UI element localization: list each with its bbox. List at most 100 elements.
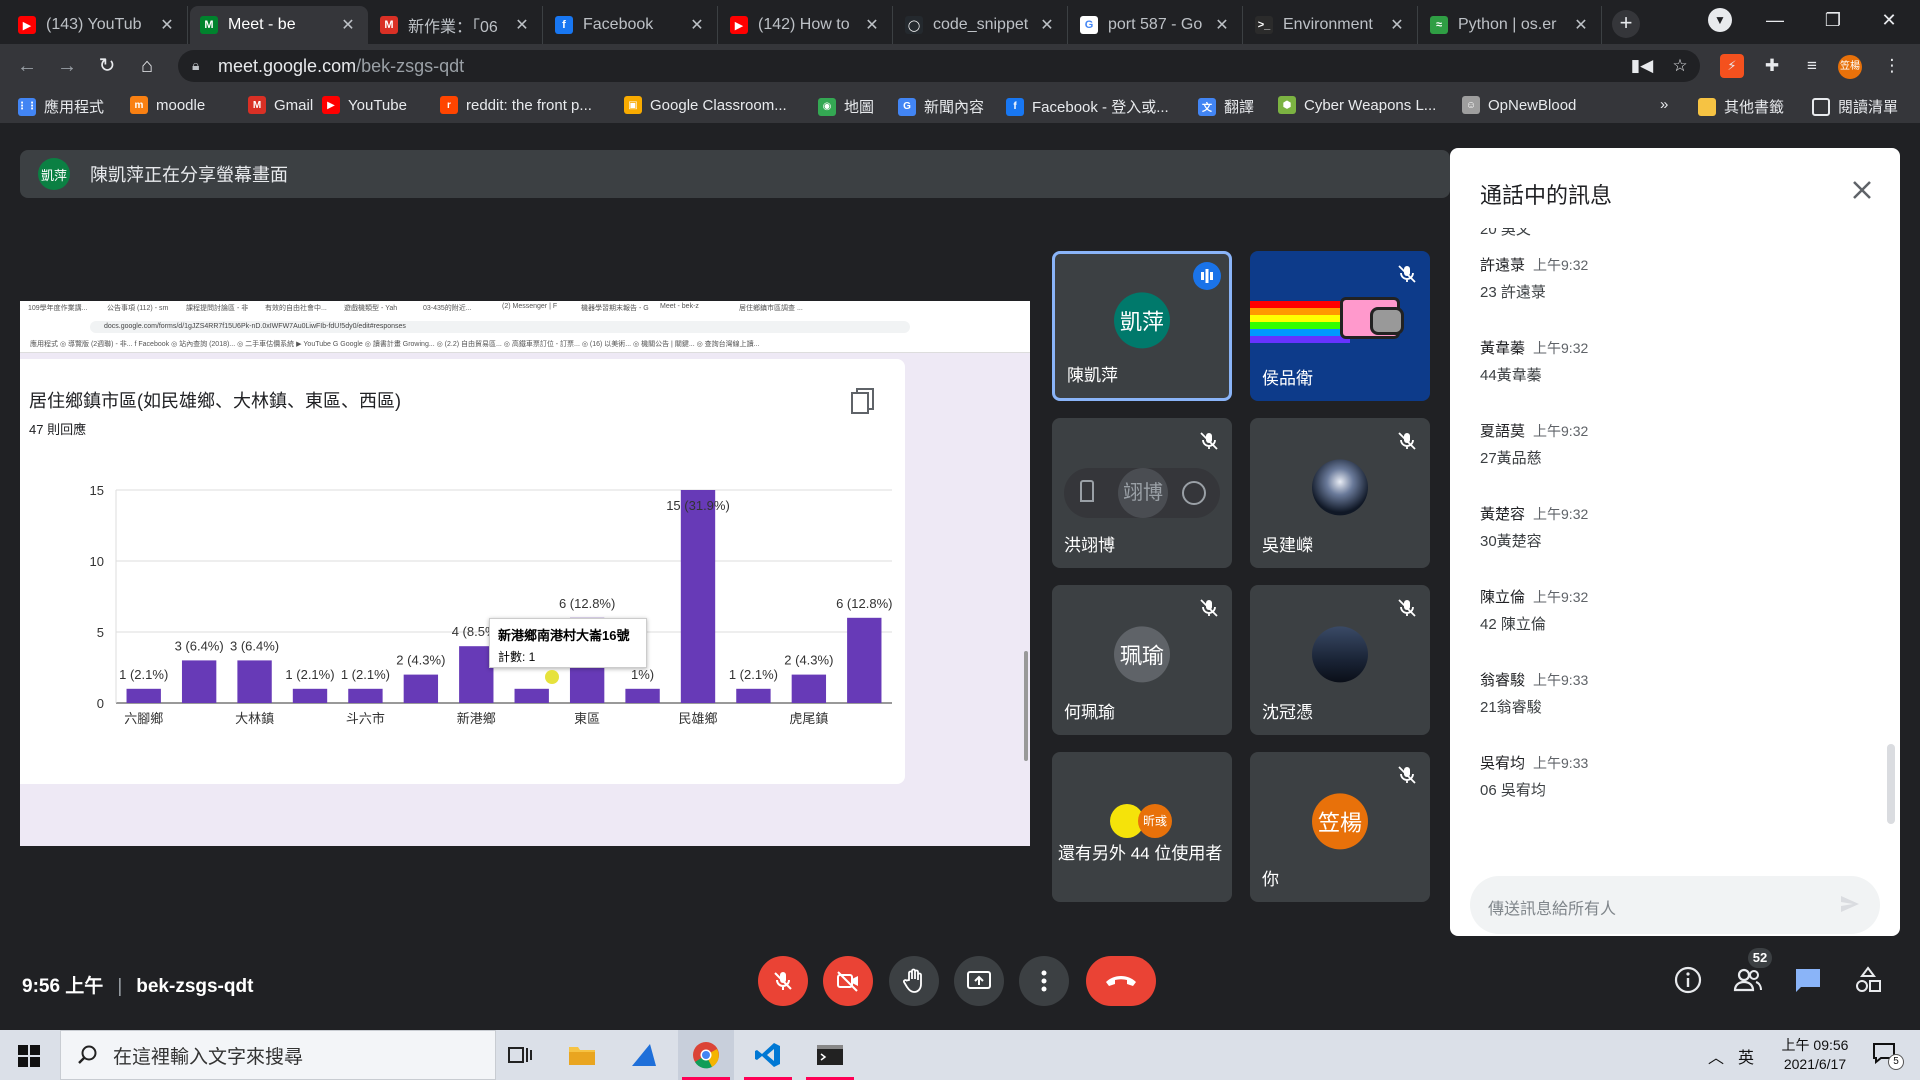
vscode-icon[interactable] bbox=[740, 1030, 796, 1080]
participant-tile[interactable]: 珮瑜 何珮瑜 bbox=[1052, 585, 1232, 735]
app-icon-blue[interactable] bbox=[616, 1030, 672, 1080]
remove-icon[interactable] bbox=[1182, 481, 1206, 505]
participant-tile[interactable]: 翊博 洪翊博 bbox=[1052, 418, 1232, 568]
browser-tab[interactable]: M 新作業：「06 ✕ bbox=[370, 6, 543, 44]
chrome-menu-icon[interactable]: ▼ bbox=[1708, 8, 1732, 32]
tab-close-icon[interactable]: ✕ bbox=[512, 15, 532, 35]
terminal-icon[interactable] bbox=[802, 1030, 858, 1080]
chart-bar[interactable] bbox=[625, 688, 660, 703]
task-view-icon[interactable] bbox=[492, 1030, 548, 1080]
browser-tab[interactable]: Gport 587 - Go ✕ bbox=[1070, 6, 1243, 44]
bookmark-item[interactable]: m moodle bbox=[130, 96, 205, 114]
present-button[interactable] bbox=[954, 956, 1004, 1006]
browser-tab[interactable]: >_ Environment ✕ bbox=[1245, 6, 1418, 44]
meeting-details-icon[interactable] bbox=[1672, 964, 1704, 996]
tab-close-icon[interactable]: ✕ bbox=[1387, 15, 1407, 35]
chart-bar[interactable] bbox=[348, 688, 383, 703]
pin-icon[interactable] bbox=[1080, 480, 1094, 502]
tab-close-icon[interactable]: ✕ bbox=[1571, 15, 1591, 35]
chart-bar[interactable] bbox=[403, 674, 439, 703]
chart-bar[interactable] bbox=[791, 674, 827, 703]
tray-clock[interactable]: 上午 09:56 2021/6/17 bbox=[1770, 1036, 1860, 1074]
window-close-button[interactable]: ✕ bbox=[1866, 4, 1912, 36]
new-tab-button[interactable]: + bbox=[1612, 10, 1640, 38]
raise-hand-button[interactable] bbox=[889, 956, 939, 1006]
home-icon[interactable]: ⌂ bbox=[134, 53, 160, 79]
bookmark-item[interactable]: M Gmail bbox=[248, 96, 313, 114]
bookmark-item[interactable]: r reddit: the front p... bbox=[440, 96, 592, 114]
windows-start-icon[interactable] bbox=[18, 1045, 40, 1067]
copy-icon[interactable] bbox=[850, 387, 876, 415]
participant-tile[interactable]: 昕彧 還有另外 44 位使用者 bbox=[1052, 752, 1232, 902]
tab-close-icon[interactable]: ✕ bbox=[338, 15, 358, 35]
lock-icon[interactable]: 🔒︎ bbox=[192, 57, 199, 74]
extension-icon[interactable]: ⚡ bbox=[1720, 54, 1744, 78]
chart-bar[interactable] bbox=[736, 688, 771, 703]
participant-tile[interactable]: 侯品衛 bbox=[1250, 251, 1430, 401]
reload-icon[interactable]: ↻ bbox=[94, 53, 120, 79]
forward-icon[interactable]: → bbox=[54, 53, 80, 79]
people-icon[interactable] bbox=[1732, 964, 1764, 996]
browser-tab[interactable]: ▶ (143) YouTub ✕ bbox=[8, 6, 188, 44]
address-bar[interactable]: 🔒︎ meet.google.com/bek-zsgs-qdt ▮◀ ☆ bbox=[178, 50, 1700, 82]
more-options-button[interactable] bbox=[1019, 956, 1069, 1006]
bookmark-item[interactable]: 文翻譯 bbox=[1198, 96, 1254, 117]
end-call-button[interactable] bbox=[1086, 956, 1156, 1006]
chat-icon[interactable] bbox=[1792, 964, 1824, 996]
browser-tab[interactable]: M Meet - be ✕ bbox=[190, 6, 368, 44]
chart-bar[interactable] bbox=[181, 660, 217, 703]
reading-list[interactable]: 閱讀清單 bbox=[1812, 96, 1898, 117]
chart-bar[interactable] bbox=[292, 688, 328, 703]
media-icon[interactable]: ≡ bbox=[1800, 54, 1824, 78]
send-icon[interactable] bbox=[1838, 892, 1862, 916]
chat-scrollbar[interactable] bbox=[1887, 744, 1895, 824]
tab-close-icon[interactable]: ✕ bbox=[1037, 15, 1057, 35]
close-icon[interactable] bbox=[1842, 170, 1882, 210]
participant-tile[interactable]: 沈冠憑 bbox=[1250, 585, 1430, 735]
tab-close-icon[interactable]: ✕ bbox=[1212, 15, 1232, 35]
bookmark-item[interactable]: ◉ 地圖 bbox=[818, 96, 874, 117]
ime-indicator[interactable]: 英 bbox=[1738, 1044, 1754, 1068]
notification-icon[interactable]: 5 bbox=[1872, 1042, 1904, 1070]
chart-bar[interactable] bbox=[680, 490, 716, 703]
browser-tab[interactable]: ▶ (142) How to ✕ bbox=[720, 6, 893, 44]
bookmark-item[interactable]: G 新聞內容 bbox=[898, 96, 984, 117]
activities-icon[interactable] bbox=[1852, 964, 1884, 996]
maximize-button[interactable]: ❐ bbox=[1810, 4, 1856, 36]
bookmark-item[interactable]: ⋮⋮ 應用程式 bbox=[17, 96, 104, 117]
tray-chevron-icon[interactable]: ︿ bbox=[1708, 1044, 1724, 1068]
back-icon[interactable]: ← bbox=[14, 53, 40, 79]
tab-close-icon[interactable]: ✕ bbox=[157, 15, 177, 35]
browser-tab[interactable]: ◯ code_snippet ✕ bbox=[895, 6, 1068, 44]
browser-tab[interactable]: ≈ Python | os.er ✕ bbox=[1420, 6, 1602, 44]
bookmark-item[interactable]: ▣ Google Classroom... bbox=[624, 96, 787, 114]
bookmark-item[interactable]: ▶ YouTube bbox=[322, 96, 407, 114]
bookmark-item[interactable]: ☺ OpNewBlood bbox=[1462, 96, 1576, 114]
chart-bar[interactable] bbox=[847, 617, 882, 703]
chat-input[interactable]: 傳送訊息給所有人 bbox=[1470, 876, 1880, 934]
mic-toggle-button[interactable] bbox=[758, 956, 808, 1006]
bookmark-item[interactable]: ⬢ Cyber Weapons L... bbox=[1278, 96, 1436, 114]
minimize-button[interactable]: — bbox=[1752, 4, 1798, 36]
chrome-taskbar-icon[interactable] bbox=[678, 1030, 734, 1080]
chart-bar[interactable] bbox=[514, 688, 549, 703]
chart-bar[interactable] bbox=[237, 660, 272, 703]
more-icon[interactable]: ⋮ bbox=[1880, 54, 1904, 78]
file-explorer-icon[interactable] bbox=[554, 1030, 610, 1080]
taskbar-search[interactable]: 在這裡輸入文字來搜尋 bbox=[60, 1030, 496, 1080]
camera-toggle-button[interactable] bbox=[823, 956, 873, 1006]
participant-tile[interactable]: 凱萍 陳凱萍 bbox=[1052, 251, 1232, 401]
tab-close-icon[interactable]: ✕ bbox=[687, 15, 707, 35]
camera-icon[interactable]: ▮◀ bbox=[1630, 54, 1654, 78]
bookmark-item[interactable]: f Facebook - 登入或... bbox=[1006, 96, 1169, 117]
puzzle-icon[interactable]: ✚ bbox=[1760, 54, 1784, 78]
profile-avatar[interactable]: 笠楊 bbox=[1838, 55, 1862, 79]
browser-tab[interactable]: f Facebook ✕ bbox=[545, 6, 718, 44]
bookmarks-more-icon[interactable]: » bbox=[1660, 96, 1668, 113]
other-bookmarks[interactable]: 其他書籤 bbox=[1698, 96, 1784, 117]
chart-bar[interactable] bbox=[126, 688, 161, 703]
participant-tile[interactable]: 笠楊你 bbox=[1250, 752, 1430, 902]
participant-tile[interactable]: 吳建嶸 bbox=[1250, 418, 1430, 568]
tab-close-icon[interactable]: ✕ bbox=[862, 15, 882, 35]
bookmark-star-icon[interactable]: ☆ bbox=[1668, 54, 1692, 78]
